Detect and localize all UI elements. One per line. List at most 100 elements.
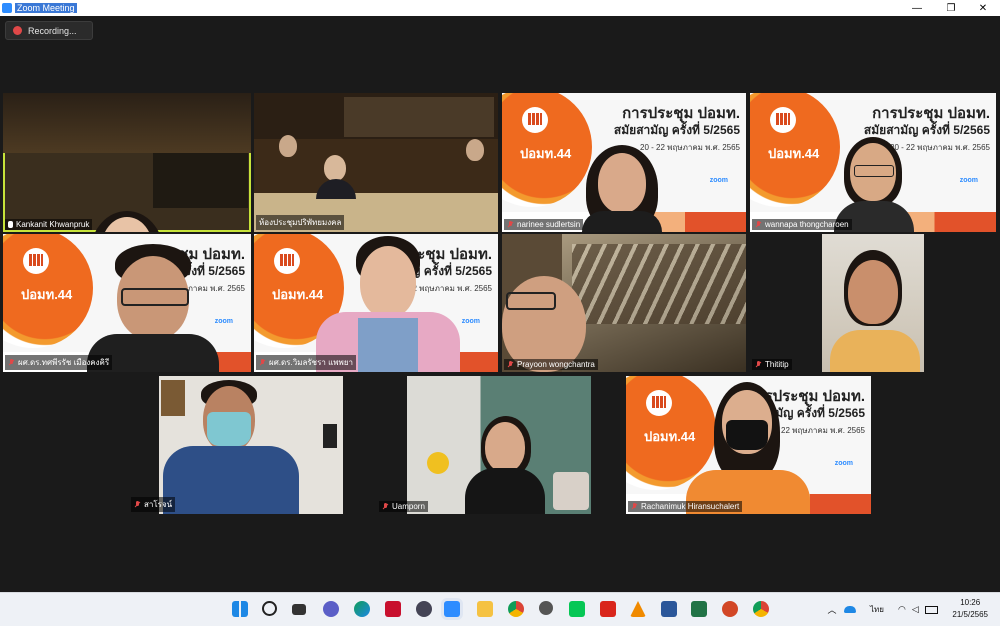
mcafee-icon[interactable] [385,601,401,617]
participant-face [502,276,586,372]
task-view-icon[interactable] [292,604,306,615]
slide-date: 20 - 22 พฤษภาคม พ.ศ. 2565 [640,143,740,152]
muted-mic-icon [259,358,266,367]
slide-number: ปอมท.44 [520,146,572,161]
video-tile[interactable]: Thititip [750,234,996,372]
clock[interactable]: 10:26 21/5/2565 [952,597,988,621]
participant-nameplate: narinee sudlertsin [504,219,584,230]
organization-logo-icon [23,248,49,274]
ceiling-lattice [572,244,746,324]
muted-mic-icon [8,358,15,367]
camera-icon[interactable] [416,601,432,617]
participant-shirt [358,318,418,372]
muted-mic-icon [382,502,389,511]
participant-nameplate: สาโรจน์ [131,497,176,512]
wall-picture [161,380,185,416]
windows-taskbar: ︿ ไทย ◠ ◁ 10:26 21/5/2565 [0,592,1000,626]
line-icon[interactable] [569,601,585,617]
participant-face [279,135,297,157]
participant-nameplate: Thititip [752,359,792,370]
zoom-logo: zoom [214,318,233,325]
zoom-icon[interactable] [444,601,460,617]
zoom-logo: zoom [959,177,978,184]
video-tile[interactable]: ห้องประชุมปริพัทยมงคล [254,93,498,232]
participant-name: Prayoon wongchantra [517,360,595,369]
record-icon [13,26,22,35]
face-mask [207,412,251,446]
system-tray: ︿ ไทย ◠ ◁ [826,593,938,626]
video-tile[interactable]: Uamporn [377,376,621,514]
video-tile[interactable]: การประชุม ปอมท. สมัยสามัญ ครั้งที่ 5/256… [3,234,251,372]
ceiling-background [3,93,251,153]
organization-logo-icon [274,248,300,274]
close-button[interactable]: ✕ [966,0,1000,16]
participant-face [466,139,484,161]
zoom-app-icon [2,3,12,13]
muted-mic-icon [507,220,514,229]
search-icon[interactable] [262,601,277,616]
slide-subtitle: สมัยสามัญ ครั้งที่ 5/2565 [863,123,990,137]
video-tile[interactable]: Prayoon wongchantra [502,234,746,372]
powerpoint-icon[interactable] [722,601,738,617]
participant-body [316,179,356,199]
settings-icon[interactable] [539,601,553,615]
onedrive-icon[interactable] [844,606,856,613]
word-icon[interactable] [661,601,677,617]
organization-logo-icon [522,107,548,133]
chrome-icon[interactable] [508,601,524,617]
participant-name: Thititip [765,360,789,369]
chevron-up-icon[interactable]: ︿ [826,603,838,616]
participant-face [848,260,898,324]
slide-number: ปอมท.44 [21,287,73,302]
slide-date: 20 - 22 พฤษภาคม พ.ศ. 2565 [765,426,865,435]
vlc-icon[interactable] [630,601,646,617]
mic-icon [8,221,13,228]
battery-icon[interactable] [924,605,938,614]
participant-nameplate: Uamporn [379,501,428,512]
flower-vase [427,452,449,474]
video-tile[interactable]: การประชุม ปอมท. สมัยสามัญ ครั้งที่ 5/256… [502,93,746,232]
video-tile[interactable]: การประชุม ปอมท. สมัยสามัญ ครั้งที่ 5/256… [254,234,498,372]
clock-time: 10:26 [960,598,981,607]
participant-name: ห้องประชุมปริพัทยมงคล [259,218,342,227]
video-tile[interactable]: การประชุม ปอมท. สมัยสามัญ ครั้งที่ 5/256… [626,376,871,514]
restore-button[interactable]: ❐ [934,0,968,16]
language-indicator[interactable]: ไทย [870,603,884,616]
participant-face [360,246,416,318]
video-tile[interactable]: สาโรจน์ [129,376,373,514]
participant-name: ผศ.ดร.วิมลรัชรา แพพยา [269,358,353,367]
excel-icon[interactable] [691,601,707,617]
participant-body [830,330,920,372]
video-tile[interactable]: Kankanit Khwanpruk [3,93,251,232]
participant-face [598,153,646,213]
file-explorer-icon[interactable] [477,601,493,617]
room-banner [344,97,494,137]
minimize-button[interactable]: — [900,0,934,16]
recording-indicator[interactable]: Recording... [5,21,93,40]
acrobat-icon[interactable] [600,601,616,617]
chrome-2-icon[interactable] [753,601,769,617]
window-title: Zoom Meeting [15,3,77,13]
participant-name: สาโรจน์ [144,500,173,509]
edge-icon[interactable] [354,601,370,617]
slide-date: 20 - 22 พฤษภาคม พ.ศ. 2565 [890,143,990,152]
participant-nameplate: wannapa thongcharoen [752,219,852,230]
video-tile[interactable]: การประชุม ปอมท. สมัยสามัญ ครั้งที่ 5/256… [750,93,996,232]
zoom-logo: zoom [834,460,853,467]
slide-number: ปอมท.44 [644,429,696,444]
windows-start-icon[interactable] [232,601,248,617]
participant-name: ผศ.ดร.ทศพีรรัช เมืองคงคิรี [18,358,110,367]
wifi-icon[interactable]: ◠ [898,604,906,615]
participant-nameplate: Kankanit Khwanpruk [5,219,93,230]
participant-nameplate: ผศ.ดร.วิมลรัชรา แพพยา [256,355,356,370]
organization-logo-icon [770,107,796,133]
volume-icon[interactable]: ◁ [912,604,919,615]
participant-nameplate: ห้องประชุมปริพัทยมงคล [256,215,345,230]
wall-speaker [323,424,337,448]
muted-mic-icon [631,502,638,511]
participant-name: narinee sudlertsin [517,220,581,229]
slide-subtitle: สมัยสามัญ ครั้งที่ 5/2565 [613,123,740,137]
teams-icon[interactable] [323,601,339,617]
participant-nameplate: Prayoon wongchantra [504,359,598,370]
slide-number: ปอมท.44 [272,287,324,302]
